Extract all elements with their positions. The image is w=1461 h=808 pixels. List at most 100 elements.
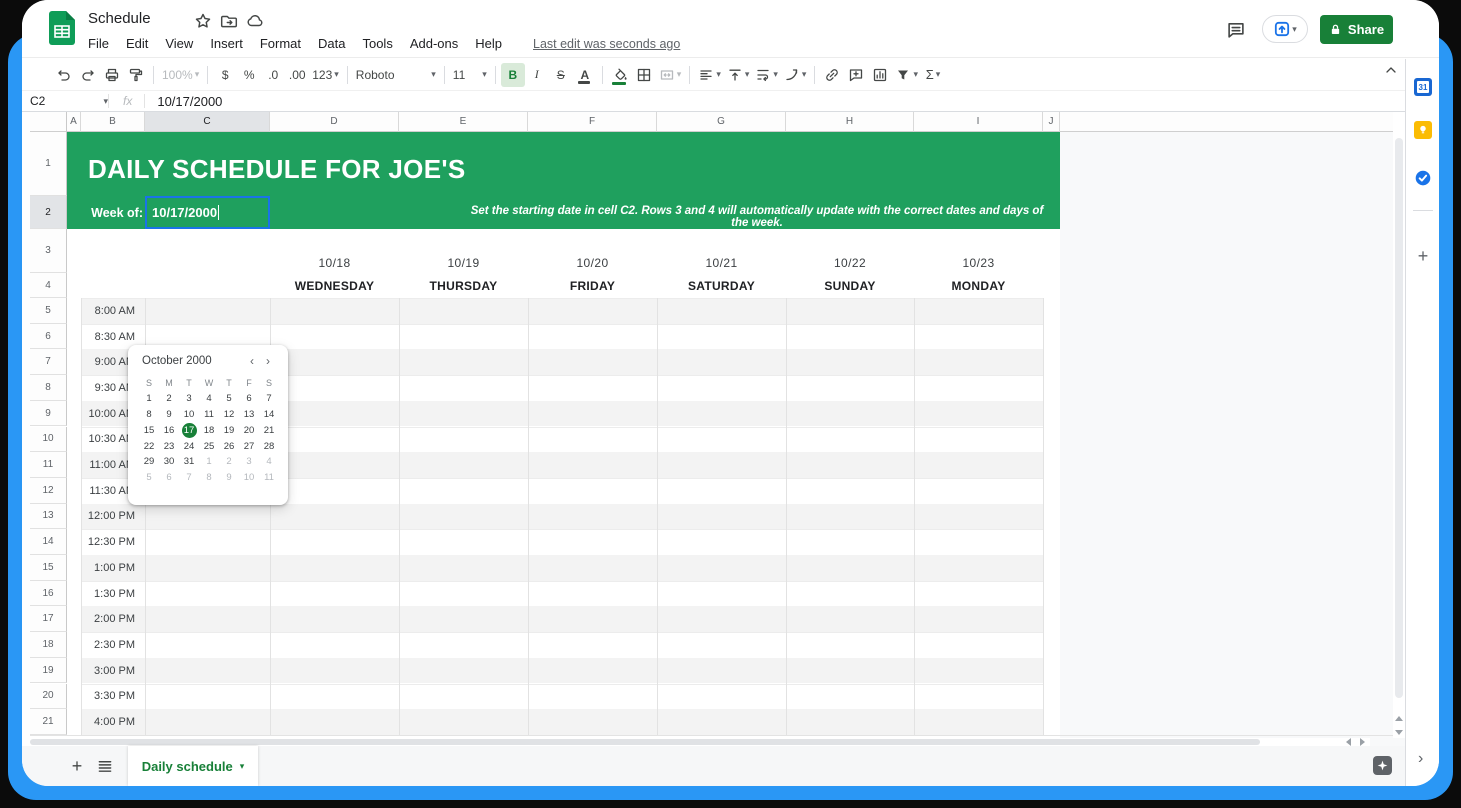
fill-color-button[interactable] bbox=[608, 63, 632, 87]
column-header-C[interactable]: C bbox=[145, 112, 270, 132]
print-button[interactable] bbox=[100, 63, 124, 87]
menu-view[interactable]: View bbox=[163, 35, 195, 52]
calendar-day[interactable]: 8 bbox=[139, 407, 159, 423]
time-label-cell[interactable]: 2:00 PM bbox=[81, 606, 145, 632]
document-title[interactable]: Schedule bbox=[88, 10, 151, 27]
calendar-day[interactable]: 2 bbox=[219, 454, 239, 470]
time-label-cell[interactable]: 12:30 PM bbox=[81, 529, 145, 555]
google-calendar-icon[interactable]: 31 bbox=[1414, 78, 1432, 96]
calendar-day[interactable]: 11 bbox=[259, 470, 279, 486]
last-edit-status[interactable]: Last edit was seconds ago bbox=[533, 37, 680, 51]
present-dropdown-caret[interactable]: ▾ bbox=[1292, 24, 1297, 35]
day-name-cell[interactable]: SUNDAY bbox=[786, 273, 914, 298]
vertical-align-button[interactable]: ▾ bbox=[724, 63, 753, 87]
column-header-A[interactable]: A bbox=[67, 112, 81, 132]
calendar-day[interactable]: 31 bbox=[179, 454, 199, 470]
row-header-1[interactable]: 1 bbox=[30, 132, 67, 196]
format-currency-button[interactable]: $ bbox=[213, 63, 237, 87]
week-of-label-cell[interactable]: Week of: bbox=[81, 196, 143, 229]
row-header-4[interactable]: 4 bbox=[30, 273, 67, 298]
filter-button[interactable]: ▾ bbox=[892, 63, 921, 87]
column-header-F[interactable]: F bbox=[528, 112, 657, 132]
calendar-day[interactable]: 21 bbox=[259, 422, 279, 438]
calendar-day[interactable]: 9 bbox=[159, 407, 179, 423]
time-label-cell[interactable]: 3:00 PM bbox=[81, 658, 145, 684]
explore-button[interactable] bbox=[1373, 756, 1392, 775]
google-tasks-icon[interactable] bbox=[1414, 169, 1432, 187]
calendar-day[interactable]: 7 bbox=[259, 391, 279, 407]
calendar-day[interactable]: 23 bbox=[159, 438, 179, 454]
day-date-cell[interactable]: 10/18 bbox=[270, 229, 399, 273]
calendar-day[interactable]: 15 bbox=[139, 422, 159, 438]
menu-data[interactable]: Data bbox=[316, 35, 347, 52]
calendar-day[interactable]: 4 bbox=[199, 391, 219, 407]
time-label-cell[interactable]: 4:00 PM bbox=[81, 709, 145, 735]
present-to-meet-button[interactable]: ▾ bbox=[1262, 15, 1308, 43]
row-header-5[interactable]: 5 bbox=[30, 298, 67, 324]
bold-button[interactable]: B bbox=[501, 63, 525, 87]
row-header-10[interactable]: 10 bbox=[30, 427, 67, 453]
calendar-day[interactable]: 30 bbox=[159, 454, 179, 470]
format-percent-button[interactable]: % bbox=[237, 63, 261, 87]
column-header-D[interactable]: D bbox=[270, 112, 399, 132]
row-header-6[interactable]: 6 bbox=[30, 324, 67, 350]
day-name-cell[interactable]: FRIDAY bbox=[528, 273, 657, 298]
sheet-title-cell[interactable]: DAILY SCHEDULE FOR JOE'S bbox=[88, 154, 465, 185]
collapse-toolbar-button[interactable] bbox=[1383, 62, 1399, 78]
paint-format-button[interactable] bbox=[124, 63, 148, 87]
row-header-14[interactable]: 14 bbox=[30, 529, 67, 555]
day-date-cell[interactable]: 10/21 bbox=[657, 229, 786, 273]
row-header-17[interactable]: 17 bbox=[30, 606, 67, 632]
calendar-day[interactable]: 22 bbox=[139, 438, 159, 454]
time-label-cell[interactable]: 1:00 PM bbox=[81, 555, 145, 581]
calendar-day[interactable]: 10 bbox=[179, 407, 199, 423]
calendar-day[interactable]: 9 bbox=[219, 470, 239, 486]
horizontal-align-button[interactable]: ▾ bbox=[695, 63, 724, 87]
calendar-day[interactable]: 13 bbox=[239, 407, 259, 423]
functions-button[interactable]: Σ▾ bbox=[921, 63, 945, 87]
column-header-I[interactable]: I bbox=[914, 112, 1043, 132]
column-header-B[interactable]: B bbox=[81, 112, 145, 132]
hide-side-panel-chevron[interactable]: › bbox=[1418, 750, 1423, 768]
menu-edit[interactable]: Edit bbox=[124, 35, 150, 52]
menu-file[interactable]: File bbox=[86, 35, 111, 52]
calendar-day[interactable]: 29 bbox=[139, 454, 159, 470]
row-header-15[interactable]: 15 bbox=[30, 555, 67, 581]
font-size-select[interactable]: 11▾ bbox=[450, 63, 490, 87]
day-name-cell[interactable]: SATURDAY bbox=[657, 273, 786, 298]
scroll-up-button[interactable] bbox=[1393, 712, 1405, 724]
time-label-cell[interactable]: 8:00 AM bbox=[81, 298, 145, 324]
row-header-3[interactable]: 3 bbox=[30, 229, 67, 273]
row-header-19[interactable]: 19 bbox=[30, 658, 67, 684]
time-label-cell[interactable]: 2:30 PM bbox=[81, 632, 145, 658]
select-all-corner[interactable] bbox=[30, 112, 67, 132]
italic-button[interactable]: I bbox=[525, 63, 549, 87]
menu-tools[interactable]: Tools bbox=[360, 35, 394, 52]
calendar-day[interactable]: 24 bbox=[179, 438, 199, 454]
day-date-cell[interactable]: 10/23 bbox=[914, 229, 1043, 273]
time-label-cell[interactable]: 12:00 PM bbox=[81, 504, 145, 530]
calendar-day[interactable]: 7 bbox=[179, 470, 199, 486]
calendar-day[interactable]: 3 bbox=[239, 454, 259, 470]
calendar-day[interactable]: 19 bbox=[219, 422, 239, 438]
row-header-21[interactable]: 21 bbox=[30, 709, 67, 735]
day-name-cell[interactable]: MONDAY bbox=[914, 273, 1043, 298]
scroll-down-button[interactable] bbox=[1393, 726, 1405, 738]
calendar-day[interactable]: 8 bbox=[199, 470, 219, 486]
strikethrough-button[interactable]: S bbox=[549, 63, 573, 87]
calendar-day[interactable]: 3 bbox=[179, 391, 199, 407]
formula-input[interactable]: 10/17/2000 bbox=[157, 94, 222, 109]
row-header-12[interactable]: 12 bbox=[30, 478, 67, 504]
calendar-day[interactable]: 18 bbox=[199, 422, 219, 438]
day-name-cell[interactable]: WEDNESDAY bbox=[270, 273, 399, 298]
menu-help[interactable]: Help bbox=[473, 35, 504, 52]
calendar-day[interactable]: 6 bbox=[159, 470, 179, 486]
star-icon[interactable] bbox=[194, 12, 212, 30]
day-name-cell[interactable]: THURSDAY bbox=[399, 273, 528, 298]
merge-cells-button[interactable]: ▾ bbox=[656, 63, 685, 87]
row-header-11[interactable]: 11 bbox=[30, 452, 67, 478]
increase-decimal-button[interactable]: .00 bbox=[285, 63, 309, 87]
google-keep-icon[interactable] bbox=[1414, 121, 1432, 139]
undo-button[interactable] bbox=[52, 63, 76, 87]
row-header-13[interactable]: 13 bbox=[30, 504, 67, 530]
